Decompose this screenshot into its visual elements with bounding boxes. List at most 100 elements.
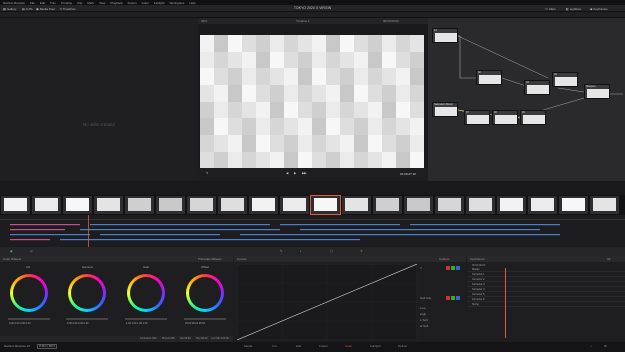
gamma-master-slider[interactable] — [66, 318, 108, 320]
node-06[interactable]: Saturation Boost — [432, 102, 458, 117]
clip-thumbnail[interactable] — [497, 196, 526, 214]
clip-thumbnail[interactable] — [187, 196, 216, 214]
low-param[interactable]: Low — [420, 306, 426, 310]
channel-red-button[interactable] — [446, 266, 450, 270]
menu-item-playback[interactable]: Playback — [110, 1, 122, 5]
camera-raw-icon[interactable]: ◉ — [10, 249, 13, 253]
page-cut[interactable]: Cut — [272, 344, 277, 348]
tracker-icon[interactable]: ✛ — [360, 249, 363, 253]
keyframe-playhead[interactable] — [505, 268, 506, 338]
toolbar-lightbox-button[interactable]: ◧ Lightbox — [566, 6, 581, 11]
curves-mode[interactable]: Custom — [439, 257, 449, 261]
menu-item-mark[interactable]: Mark — [87, 1, 94, 5]
menu-item-edit[interactable]: Edit — [40, 1, 45, 5]
node-09[interactable]: 09 — [520, 110, 546, 125]
clip-thumbnail[interactable] — [310, 195, 341, 215]
page-edit[interactable]: Edit — [296, 344, 301, 348]
lum-mix-value[interactable]: Lum Mix 100.00 — [211, 337, 229, 340]
qualifier-icon[interactable]: ◐ — [300, 249, 302, 253]
hue-value[interactable]: Hue 50.00 — [196, 337, 208, 340]
menu-item-fusion[interactable]: Fusion — [128, 1, 137, 5]
step-forward-icon[interactable]: ▶▶ — [302, 171, 307, 175]
node-05[interactable]: Sharpen — [584, 84, 610, 99]
curve-graph[interactable] — [237, 264, 417, 340]
clip-thumbnail[interactable] — [32, 196, 61, 214]
offset-master-slider[interactable] — [184, 318, 226, 320]
channel-green-button[interactable] — [451, 266, 455, 270]
menu-item-app[interactable]: DaVinci Resolve — [3, 1, 25, 5]
lift-wheel[interactable] — [10, 274, 48, 312]
clip-thumbnail[interactable] — [466, 196, 495, 214]
keyframe-row[interactable]: Corrector 2 — [467, 278, 625, 282]
timeline-name[interactable]: Timeline 1 — [296, 19, 310, 23]
node-04[interactable]: 04 — [552, 72, 578, 87]
menu-item-trim[interactable]: Trim — [50, 1, 56, 5]
mini-timeline[interactable] — [0, 215, 625, 247]
play-icon[interactable]: ▶ — [294, 171, 296, 175]
menu-item-view[interactable]: View — [99, 1, 105, 5]
clip-thumbnail[interactable] — [280, 196, 309, 214]
low-soft-param[interactable]: L.Soft — [420, 318, 428, 322]
keyframe-row[interactable]: Corrector 1 — [467, 273, 625, 277]
keyframe-row[interactable]: Corrector 5 — [467, 293, 625, 297]
softclip-red-button[interactable] — [446, 296, 450, 300]
clip-thumbnail[interactable] — [590, 196, 619, 214]
softclip-green-button[interactable] — [451, 296, 455, 300]
high-param[interactable]: High — [420, 312, 426, 316]
keyframe-row[interactable]: Sizing — [467, 303, 625, 307]
menu-item-help[interactable]: Help — [189, 1, 195, 5]
gamma-wheel[interactable] — [68, 274, 106, 312]
gain-master-slider[interactable] — [125, 318, 167, 320]
lift-master-slider[interactable] — [8, 318, 50, 320]
clip-thumbnail[interactable] — [435, 196, 464, 214]
clip-thumbnail[interactable] — [218, 196, 247, 214]
menu-item-color[interactable]: Color — [142, 1, 149, 5]
menu-item-file[interactable]: File — [30, 1, 35, 5]
clip-thumbnail[interactable] — [404, 196, 433, 214]
keyframe-row[interactable]: Corrector 4 — [467, 288, 625, 292]
clip-thumbnail[interactable] — [1, 196, 30, 214]
window-icon[interactable]: ◯ — [330, 249, 333, 253]
contrast-value[interactable]: Contrast 1.000 — [140, 337, 156, 340]
offset-wheel[interactable] — [186, 274, 224, 312]
menu-item-clip[interactable]: Clip — [77, 1, 82, 5]
menu-item-timeline[interactable]: Timeline — [61, 1, 72, 5]
node-07[interactable]: 07 — [464, 110, 490, 125]
clip-thumbnail[interactable] — [156, 196, 185, 214]
toolbar-keyframes-button[interactable]: ◆ Keyframes — [590, 6, 608, 11]
clip-thumbnail[interactable] — [528, 196, 557, 214]
settings-icon[interactable]: ⚙ — [604, 344, 607, 348]
high-soft-param[interactable]: H.Soft — [420, 324, 428, 328]
clip-thumbnail[interactable] — [559, 196, 588, 214]
toolbar-clips-button[interactable]: ▭ Clips — [545, 6, 556, 11]
menu-item-workspace[interactable]: Workspace — [169, 1, 184, 5]
clip-thumbnail[interactable] — [342, 196, 371, 214]
zoom-level[interactable]: 39% — [201, 19, 207, 23]
keyframe-row[interactable]: Corrector 3 — [467, 283, 625, 287]
node-03[interactable]: 03 — [524, 80, 550, 95]
home-icon[interactable]: ⌂ — [590, 344, 592, 348]
keyframes-filter[interactable]: All — [607, 257, 610, 261]
step-back-icon[interactable]: ◀ — [286, 171, 288, 175]
menu-item-fairlight[interactable]: Fairlight — [154, 1, 165, 5]
softclip-blue-button[interactable] — [456, 296, 460, 300]
sat-value[interactable]: Sat 50.00 — [180, 337, 191, 340]
color-match-icon[interactable]: ◎ — [30, 249, 33, 253]
page-deliver[interactable]: Deliver — [398, 344, 407, 348]
node-02[interactable]: 02 — [476, 70, 502, 85]
clip-thumbnail[interactable] — [249, 196, 278, 214]
gain-wheel[interactable] — [127, 274, 165, 312]
video-frame[interactable] — [200, 35, 424, 185]
pivot-value[interactable]: Pivot 0.435 — [162, 337, 175, 340]
wheel-mode-selector[interactable]: Primaries Wheels — [198, 257, 222, 261]
clip-thumbnail[interactable] — [373, 196, 402, 214]
clip-thumbnail[interactable] — [94, 196, 123, 214]
page-media[interactable]: Media — [244, 344, 252, 348]
pen-icon[interactable]: ✎ — [206, 171, 209, 175]
keyframe-row[interactable]: Corrector 6 — [467, 298, 625, 302]
channel-blue-button[interactable] — [456, 266, 460, 270]
page-color[interactable]: Color — [345, 344, 352, 348]
node-08[interactable]: 08 — [492, 110, 518, 125]
node-01[interactable]: 01 — [432, 28, 458, 43]
keyframe-row[interactable]: Master — [467, 268, 625, 272]
